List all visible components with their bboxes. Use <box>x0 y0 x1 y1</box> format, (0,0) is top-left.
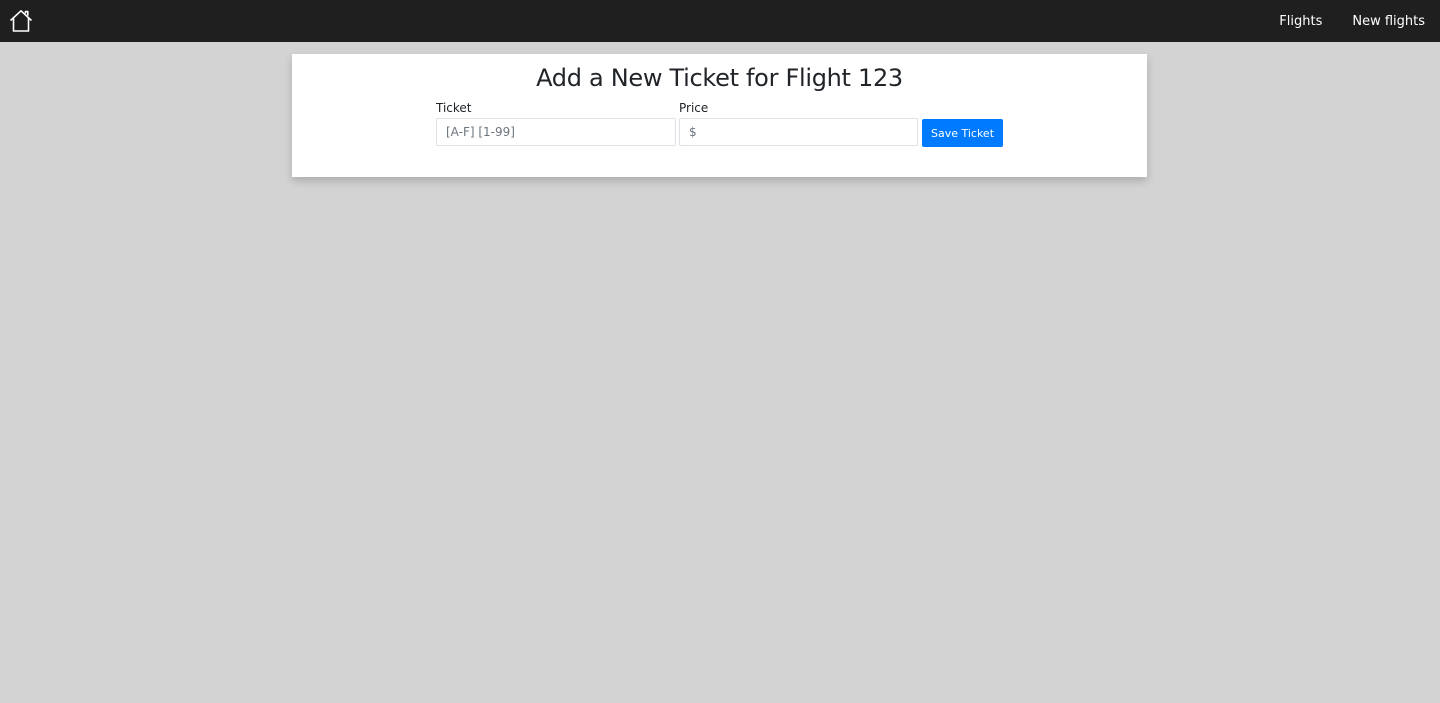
nav-link-flights[interactable]: Flights <box>1279 14 1322 29</box>
nav-links: Flights New flights <box>1279 0 1425 42</box>
page-title: Add a New Ticket for Flight 123 <box>536 64 903 92</box>
save-ticket-button[interactable]: Save Ticket <box>922 119 1003 147</box>
new-ticket-card: Add a New Ticket for Flight 123 Ticket P… <box>292 54 1147 177</box>
nav-link-new-flights[interactable]: New flights <box>1352 14 1425 29</box>
ticket-input[interactable] <box>436 118 676 146</box>
ticket-label: Ticket <box>436 101 472 115</box>
home-icon <box>8 8 34 34</box>
home-link[interactable] <box>8 8 34 34</box>
price-input[interactable] <box>679 118 918 146</box>
top-navbar: Flights New flights <box>0 0 1440 42</box>
price-label: Price <box>679 101 709 115</box>
